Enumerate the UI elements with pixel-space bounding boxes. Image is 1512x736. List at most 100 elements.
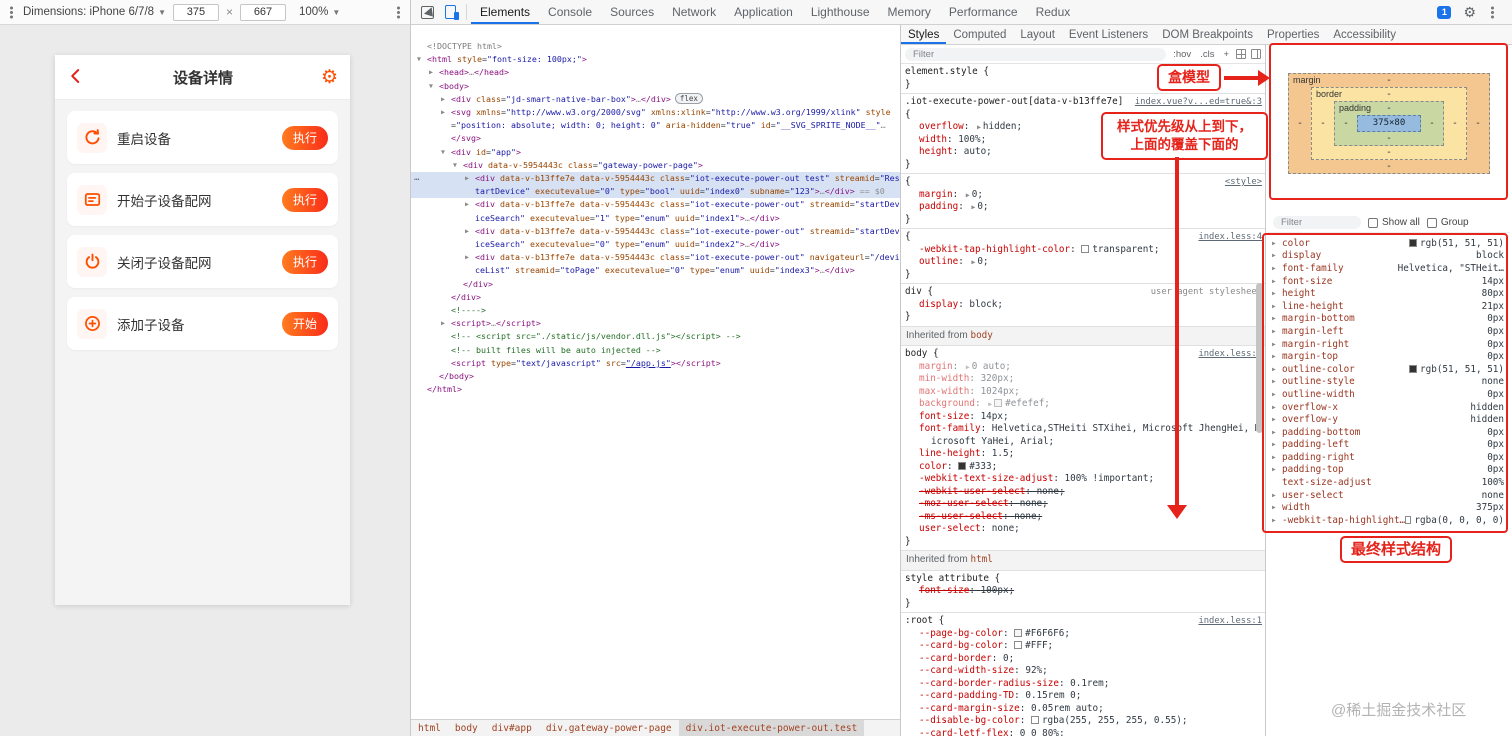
- code-line[interactable]: ▼ <html style="font-size: 100px;">: [411, 53, 900, 66]
- device-select[interactable]: Dimensions: iPhone 6/7/8 ▼: [23, 6, 166, 18]
- code-line[interactable]: </div>: [411, 291, 900, 304]
- styles-tab-properties[interactable]: Properties: [1260, 25, 1326, 44]
- css-property[interactable]: -moz-user-select: none;: [905, 498, 1262, 511]
- css-property[interactable]: --card-letf-flex: 0 0 80%;: [905, 728, 1262, 736]
- grid-icon[interactable]: [1236, 49, 1246, 59]
- twisty-icon[interactable]: ▼: [453, 159, 463, 172]
- viewport-width-input[interactable]: [172, 3, 219, 21]
- code-line[interactable]: </body>: [411, 370, 900, 383]
- tab-application[interactable]: Application: [725, 0, 802, 24]
- execute-button[interactable]: 开始: [282, 311, 328, 336]
- tab-console[interactable]: Console: [539, 0, 601, 24]
- stylesheet-link[interactable]: index.less:4: [1198, 231, 1262, 244]
- expand-icon[interactable]: ▶: [977, 121, 981, 134]
- device-toolbar-toggle-icon[interactable]: [445, 5, 459, 20]
- color-swatch[interactable]: [1014, 641, 1023, 649]
- device-toolbar-options-icon[interactable]: [10, 10, 13, 14]
- styles-tab-styles[interactable]: Styles: [901, 25, 946, 44]
- code-line[interactable]: ▶ <script>…</script>: [411, 317, 900, 330]
- twisty-icon[interactable]: ▼: [429, 80, 439, 93]
- stylesheet-link[interactable]: index.less:1: [1198, 615, 1262, 628]
- styles-tab-event-listeners[interactable]: Event Listeners: [1062, 25, 1155, 44]
- tab-sources[interactable]: Sources: [601, 0, 663, 24]
- stylesheet-link[interactable]: <style>: [1225, 176, 1262, 189]
- css-property[interactable]: --card-border-radius-size: 0.1rem;: [905, 678, 1262, 691]
- styles-tab-computed[interactable]: Computed: [946, 25, 1013, 44]
- color-swatch[interactable]: [1014, 628, 1023, 637]
- css-property[interactable]: margin: ▶ 0 auto;: [905, 361, 1262, 374]
- css-property[interactable]: --card-margin-size: 0.05rem auto;: [905, 703, 1262, 716]
- styles-filter-input[interactable]: Filter: [905, 47, 1167, 61]
- computed-filter-input[interactable]: Filter: [1273, 216, 1361, 229]
- css-property[interactable]: -webkit-user-select: none;: [905, 486, 1262, 499]
- code-line[interactable]: ▼ <body>: [411, 80, 900, 93]
- twisty-icon[interactable]: ▶: [465, 225, 475, 238]
- css-property[interactable]: outline: ▶ 0;: [905, 256, 1262, 269]
- device-toolbar-menu-icon[interactable]: [397, 10, 400, 14]
- node-link[interactable]: html: [970, 554, 992, 565]
- css-property[interactable]: min-width: 320px;: [905, 373, 1262, 386]
- css-property[interactable]: font-size: 100px;: [905, 585, 1262, 598]
- tab-elements[interactable]: Elements: [471, 0, 539, 24]
- settings-gear-icon[interactable]: ⚙: [321, 68, 338, 87]
- css-property[interactable]: --disable-bg-color: rgba(255, 255, 255, …: [905, 715, 1262, 728]
- tab-lighthouse[interactable]: Lighthouse: [802, 0, 879, 24]
- css-property[interactable]: -webkit-tap-highlight-color: transparent…: [905, 244, 1262, 257]
- code-line[interactable]: ▶ <div class="jd-smart-native-bar-box">…<…: [411, 92, 900, 106]
- expand-icon[interactable]: ▶: [971, 256, 975, 269]
- code-line[interactable]: ▼ <div id="app">: [411, 146, 900, 159]
- code-line[interactable]: ▶ <svg xmlns="http://www.w3.org/2000/svg"…: [411, 106, 900, 132]
- execute-button[interactable]: 执行: [282, 249, 328, 274]
- styles-tab-accessibility[interactable]: Accessibility: [1326, 25, 1403, 44]
- breadcrumb-item[interactable]: div.gateway-power-page: [539, 720, 679, 736]
- expand-icon[interactable]: ▶: [966, 189, 970, 202]
- breadcrumb-item[interactable]: html: [411, 720, 448, 736]
- code-line[interactable]: </html>: [411, 383, 900, 396]
- execute-button[interactable]: 执行: [282, 187, 328, 212]
- viewport-height-input[interactable]: [240, 3, 286, 21]
- css-property[interactable]: --page-bg-color: #F6F6F6;: [905, 628, 1262, 641]
- code-line[interactable]: ▶ <div data-v-b13ffe7e data-v-5954443c cl…: [411, 251, 900, 277]
- css-property[interactable]: --card-padding-TD: 0.15rem 0;: [905, 690, 1262, 703]
- twisty-icon[interactable]: ▶: [441, 106, 451, 119]
- devtools-menu-icon[interactable]: [1491, 10, 1494, 14]
- code-line[interactable]: ▼ <div data-v-5954443c class="gateway-pow…: [411, 159, 900, 172]
- css-property[interactable]: font-family: Helvetica,STHeiti STXihei, …: [905, 423, 1262, 448]
- code-line[interactable]: <!-- built files will be auto injected -…: [411, 344, 900, 357]
- stylesheet-link[interactable]: index.vue?v...ed=true&:3: [1135, 96, 1262, 109]
- group-checkbox[interactable]: Group: [1426, 217, 1469, 228]
- layout-pane-icon[interactable]: [1251, 49, 1261, 59]
- inspect-element-icon[interactable]: [421, 5, 434, 19]
- expand-icon[interactable]: ▶: [966, 361, 970, 374]
- code-line[interactable]: </svg>: [411, 132, 900, 145]
- css-property[interactable]: --card-border: 0;: [905, 653, 1262, 666]
- execute-button[interactable]: 执行: [282, 125, 328, 150]
- styles-tab-dom-breakpoints[interactable]: DOM Breakpoints: [1155, 25, 1260, 44]
- css-property[interactable]: -ms-user-select: none;: [905, 511, 1262, 524]
- code-line[interactable]: ▶ <div data-v-b13ffe7e data-v-5954443c cl…: [411, 198, 900, 224]
- css-property[interactable]: margin: ▶ 0;: [905, 189, 1262, 202]
- tab-network[interactable]: Network: [663, 0, 725, 24]
- extension-badge-icon[interactable]: 1: [1437, 5, 1452, 19]
- expand-icon[interactable]: ▶: [971, 201, 975, 214]
- code-line[interactable]: <!---->: [411, 304, 900, 317]
- twisty-icon[interactable]: ▶: [465, 172, 475, 185]
- css-property[interactable]: --card-bg-color: #FFF;: [905, 640, 1262, 653]
- twisty-icon[interactable]: ▼: [441, 146, 451, 159]
- css-property[interactable]: font-size: 14px;: [905, 411, 1262, 424]
- color-swatch[interactable]: [1030, 716, 1039, 724]
- styles-toolbar-button[interactable]: :hov: [1171, 49, 1193, 60]
- styles-toolbar-button[interactable]: .cls: [1198, 49, 1216, 60]
- code-line[interactable]: <script type="text/javascript" src="/app…: [411, 357, 900, 370]
- code-line[interactable]: ▶ <div data-v-b13ffe7e data-v-5954443c cl…: [411, 225, 900, 251]
- zoom-select[interactable]: 100% ▼: [299, 6, 340, 18]
- css-property[interactable]: line-height: 1.5;: [905, 448, 1262, 461]
- code-line[interactable]: <!-- <script src="./static/js/vendor.dll…: [411, 330, 900, 343]
- twisty-icon[interactable]: ▼: [417, 53, 427, 66]
- twisty-icon[interactable]: ▶: [441, 317, 451, 330]
- color-swatch[interactable]: [958, 461, 967, 470]
- css-property[interactable]: -webkit-text-size-adjust: 100% !importan…: [905, 473, 1262, 486]
- css-property[interactable]: padding: ▶ 0;: [905, 201, 1262, 214]
- devtools-settings-gear-icon[interactable]: ⚙: [1463, 5, 1476, 19]
- twisty-icon[interactable]: ▶: [465, 251, 475, 264]
